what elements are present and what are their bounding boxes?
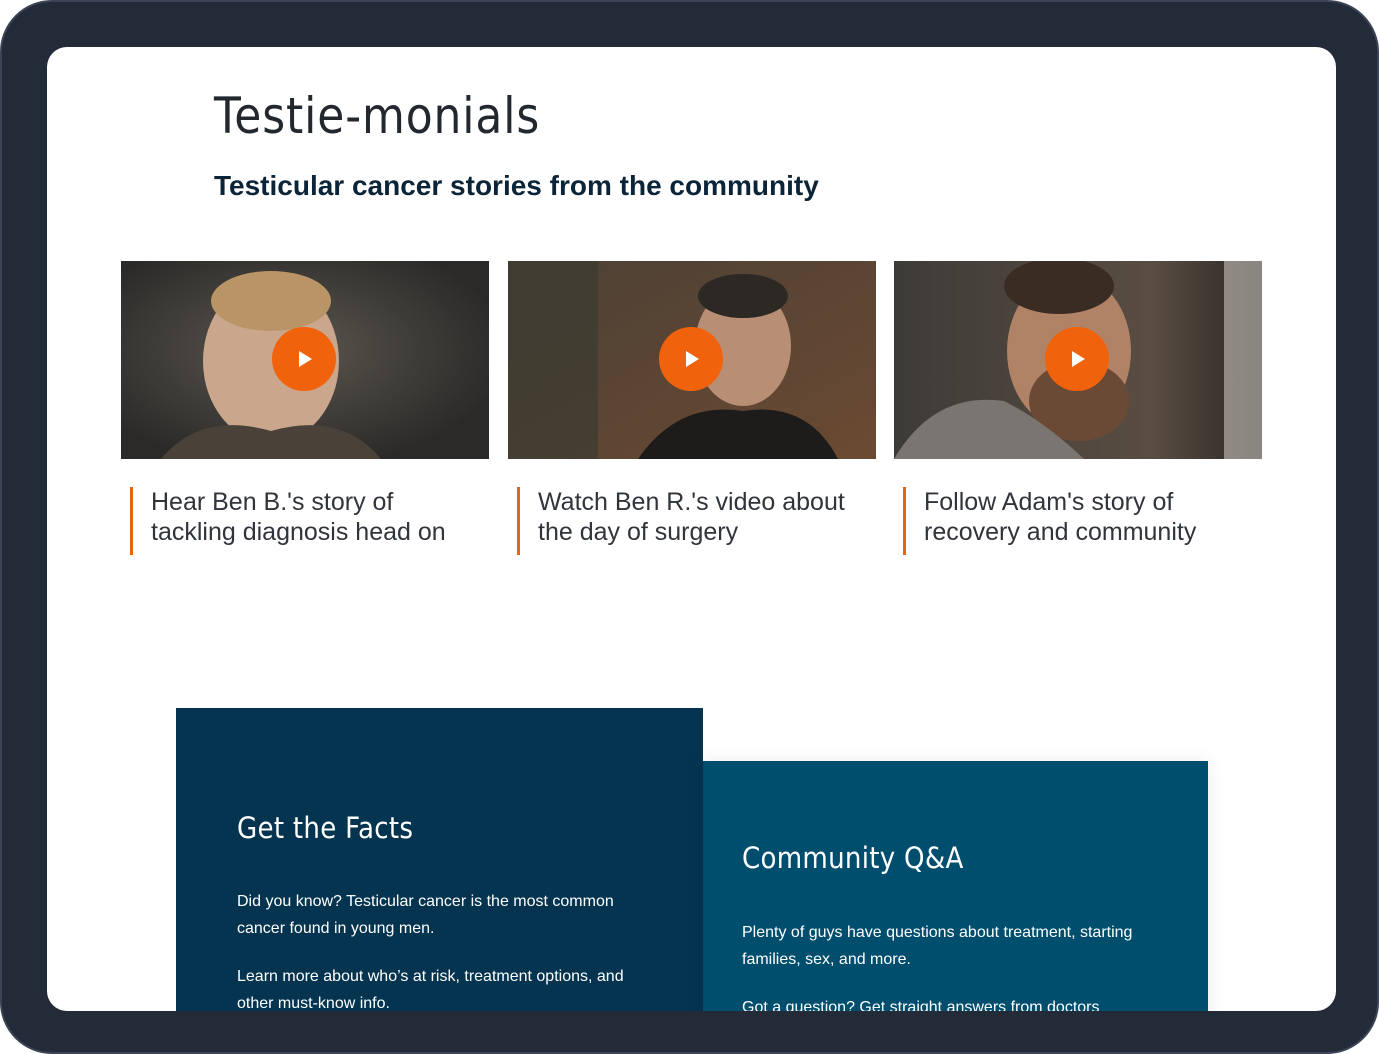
video-thumbnail[interactable] [121,261,489,459]
video-thumbnail[interactable] [894,261,1262,459]
panel-title: Get the Facts [237,811,414,845]
get-the-facts-panel[interactable]: Get the Facts Did you know? Testicular c… [176,708,703,1011]
page-title: Testie-monials [214,87,541,145]
panel-text: Learn more about who’s at risk, treatmen… [237,968,624,1011]
play-button[interactable] [272,327,336,391]
panel-text: Did you know? Testicular cancer is the m… [237,893,614,937]
caption-line: tackling diagnosis head on [151,518,446,546]
video-thumbnail[interactable] [508,261,876,459]
panel-text: Got a question? Get straight answers fro… [742,999,1100,1011]
play-icon [686,351,699,367]
video-caption[interactable]: Hear Ben B.'s story of tackling diagnosi… [130,487,491,555]
page-subtitle: Testicular cancer stories from the commu… [214,170,819,201]
community-qa-panel[interactable]: Community Q&A Plenty of guys have questi… [703,761,1208,1011]
panel-text: Plenty of guys have questions about trea… [742,924,1133,968]
video-caption[interactable]: Follow Adam's story of recovery and comm… [903,487,1264,555]
play-button[interactable] [659,327,723,391]
play-button[interactable] [1045,327,1109,391]
caption-line: Watch Ben R.'s video about [538,488,845,516]
caption-line: the day of surgery [538,518,739,546]
screen: Testie-monials Testicular cancer stories… [47,47,1336,1011]
play-icon [299,351,312,367]
video-caption[interactable]: Watch Ben R.'s video about the day of su… [517,487,878,555]
caption-line: Follow Adam's story of [924,488,1174,516]
device-frame: Testie-monials Testicular cancer stories… [0,0,1379,1054]
play-icon [1072,351,1085,367]
panel-title: Community Q&A [742,841,964,875]
video-card-ben-b[interactable]: Hear Ben B.'s story of tackling diagnosi… [121,261,489,555]
video-card-adam[interactable]: Follow Adam's story of recovery and comm… [894,261,1262,555]
video-card-ben-r[interactable]: Watch Ben R.'s video about the day of su… [508,261,876,555]
caption-line: Hear Ben B.'s story of [151,488,394,516]
caption-line: recovery and community [924,518,1197,546]
